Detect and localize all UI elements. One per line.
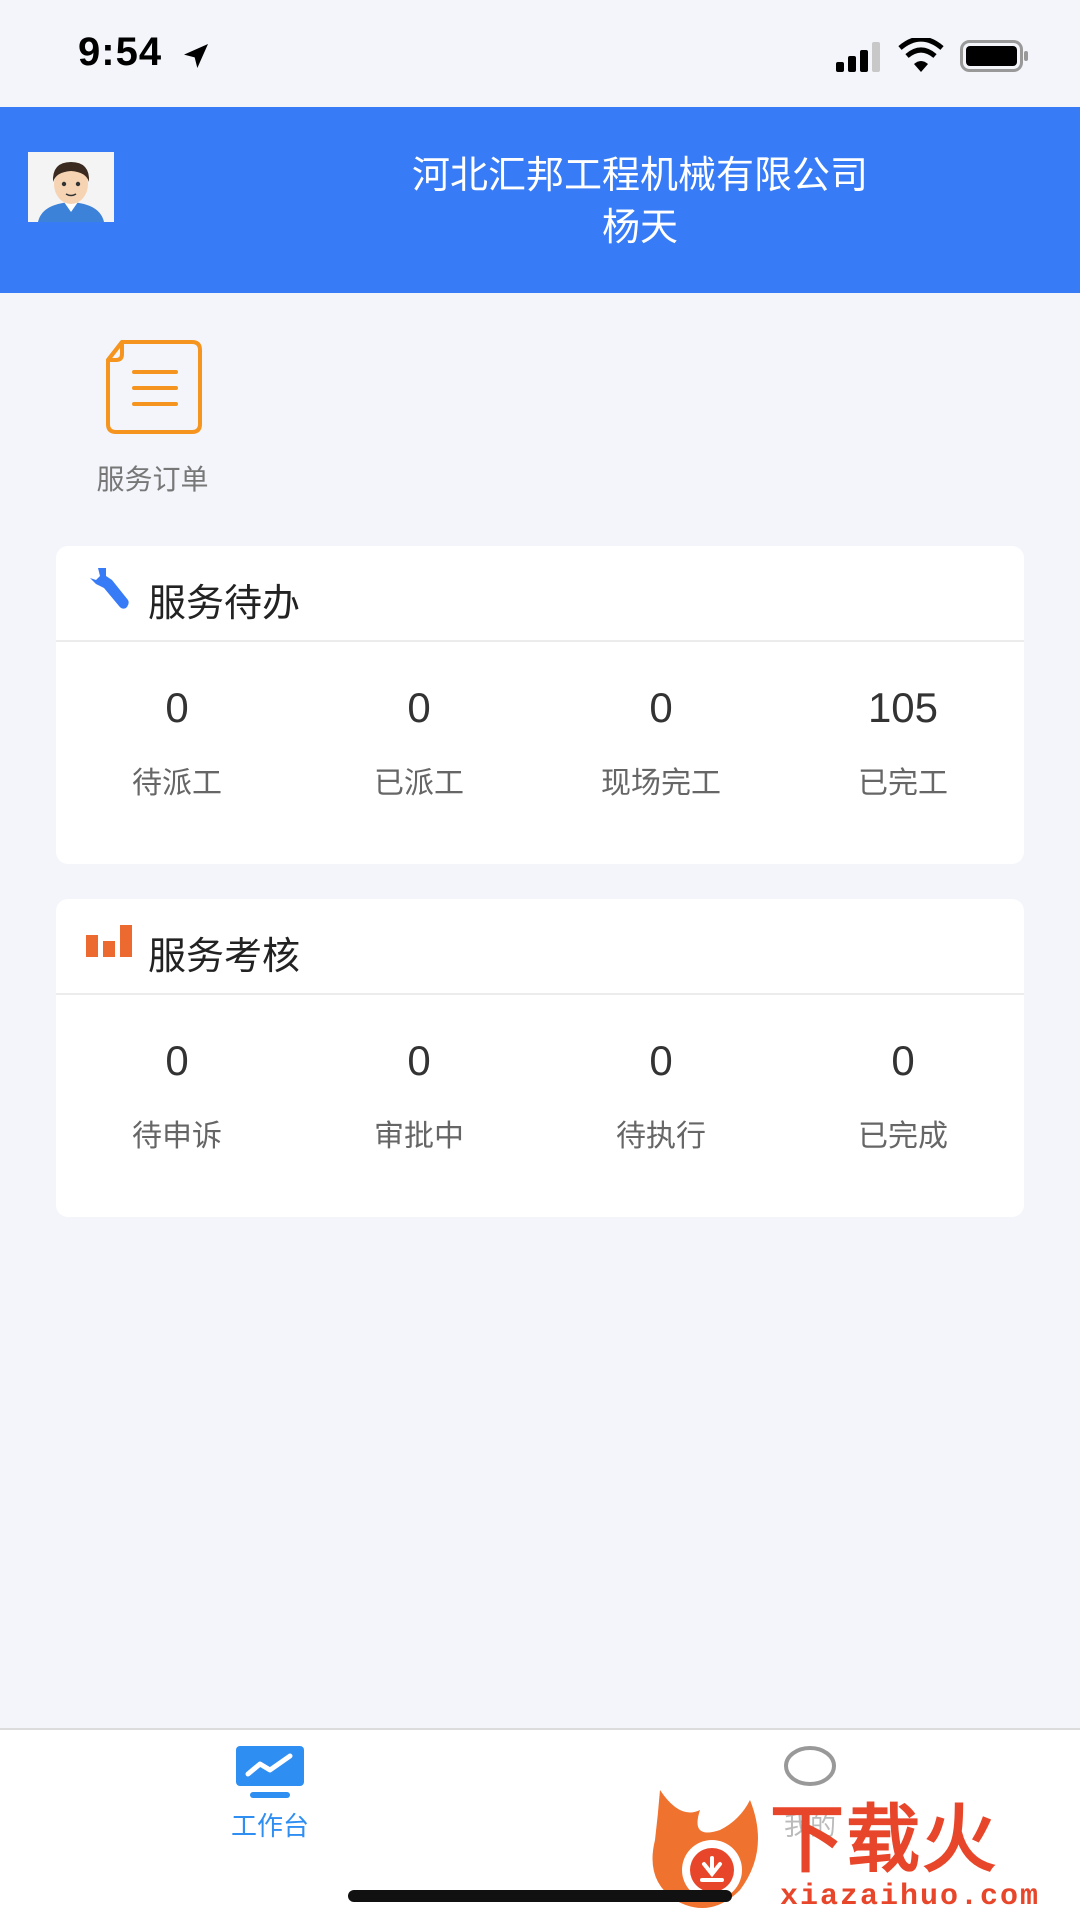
- stat-value: 0: [407, 1037, 431, 1084]
- signal-icon: [836, 42, 880, 72]
- stat-value: 0: [165, 1037, 189, 1084]
- bar-chart-icon: [86, 925, 132, 957]
- watermark-url: xiazaihuo.com: [780, 1880, 1041, 1914]
- avatar[interactable]: [28, 152, 114, 222]
- stat-label: 审批中: [374, 1119, 464, 1154]
- stat-value: 0: [891, 1037, 915, 1084]
- stat-pending-execution[interactable]: 0 待执行: [540, 995, 782, 1217]
- stat-value: 0: [649, 1037, 673, 1084]
- location-arrow-icon: [184, 44, 208, 68]
- document-icon: [106, 340, 202, 434]
- stat-label: 待申诉: [132, 1119, 222, 1154]
- stat-label: 待派工: [132, 766, 222, 801]
- workbench-icon: [236, 1746, 304, 1798]
- stat-in-approval[interactable]: 0 审批中: [298, 995, 540, 1217]
- service-todo-title: 服务待办: [148, 581, 301, 625]
- stat-pending-appeal[interactable]: 0 待申诉: [56, 995, 298, 1217]
- service-todo-header: 服务待办: [56, 546, 1024, 642]
- home-indicator: [348, 1890, 732, 1902]
- service-assessment-header: 服务考核: [56, 899, 1024, 995]
- stat-value: 105: [867, 684, 939, 731]
- status-time: 9:54: [78, 30, 163, 74]
- stat-label: 已完成: [858, 1119, 948, 1154]
- stat-label: 待执行: [616, 1119, 706, 1154]
- tab-label: 工作台: [230, 1812, 309, 1842]
- wifi-icon: [898, 38, 944, 72]
- app-header: 河北汇邦工程机械有限公司 杨天: [0, 107, 1080, 293]
- status-bar: 9:54: [0, 0, 1080, 107]
- stat-label: 已派工: [374, 766, 464, 801]
- stat-completed[interactable]: 105 已完工: [782, 642, 1024, 864]
- stat-value: 0: [165, 684, 189, 731]
- service-order-entry[interactable]: 服务订单: [80, 338, 225, 498]
- stat-label: 已完工: [858, 766, 948, 801]
- stat-value: 0: [407, 684, 431, 731]
- stat-pending-dispatch[interactable]: 0 待派工: [56, 642, 298, 864]
- company-name: 河北汇邦工程机械有限公司: [411, 153, 868, 197]
- stat-value: 0: [649, 684, 673, 731]
- stat-finished[interactable]: 0 已完成: [782, 995, 1024, 1217]
- service-assessment-card: 服务考核 0 待申诉 0 审批中 0 待执行 0 已完成: [56, 899, 1024, 1217]
- user-name: 杨天: [601, 205, 678, 249]
- wrench-icon: [90, 568, 129, 609]
- service-order-label: 服务订单: [96, 463, 209, 496]
- stat-dispatched[interactable]: 0 已派工: [298, 642, 540, 864]
- service-todo-card: 服务待办 0 待派工 0 已派工 0 现场完工 105 已完工: [56, 546, 1024, 864]
- battery-icon: [960, 40, 1028, 72]
- stat-onsite-complete[interactable]: 0 现场完工: [540, 642, 782, 864]
- service-assessment-title: 服务考核: [148, 934, 301, 978]
- watermark-text: 下载火: [770, 1797, 998, 1883]
- tab-workbench[interactable]: 工作台: [170, 1730, 370, 1860]
- stat-label: 现场完工: [601, 766, 721, 801]
